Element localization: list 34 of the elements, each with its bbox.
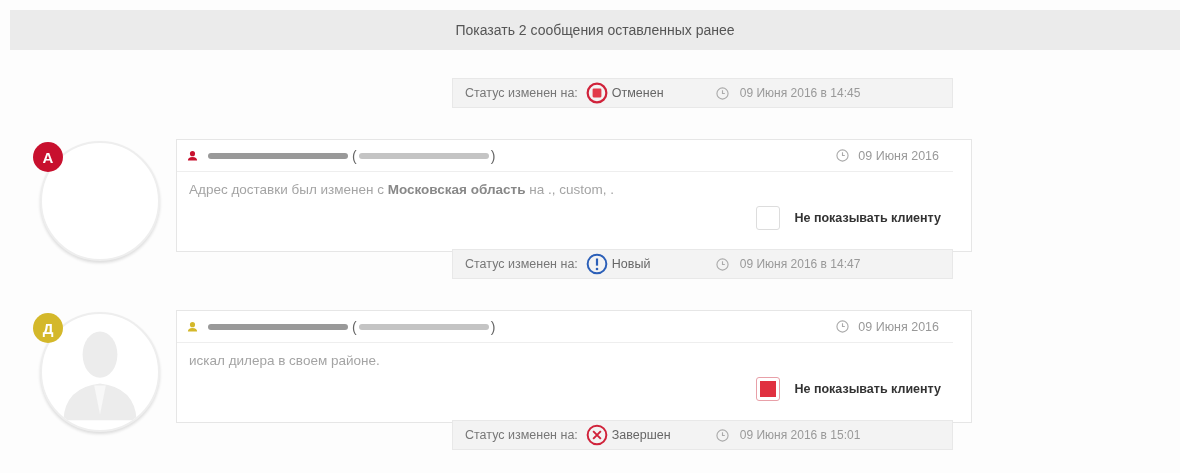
status-label: Статус изменен на: bbox=[465, 86, 578, 100]
checkbox-label[interactable]: Не показывать клиенту bbox=[794, 382, 941, 396]
clock-icon bbox=[836, 149, 850, 162]
timestamp: 09 Июня 2016 в 14:45 bbox=[739, 86, 861, 100]
checkbox-label[interactable]: Не показывать клиенту bbox=[794, 211, 941, 225]
parenthesis: ( bbox=[352, 318, 357, 335]
user-icon bbox=[187, 150, 198, 161]
status-name: Завершен bbox=[611, 428, 672, 442]
comment-date: 09 Июня 2016 bbox=[858, 319, 939, 334]
parenthesis: ) bbox=[490, 318, 496, 335]
status-label: Статус изменен на: bbox=[465, 257, 578, 271]
timestamp: 09 Июня 2016 в 15:01 bbox=[739, 428, 861, 442]
clock-icon bbox=[715, 428, 729, 442]
status-name: Отменен bbox=[611, 86, 665, 100]
checkbox[interactable] bbox=[756, 206, 781, 230]
exclamation-icon bbox=[585, 253, 608, 275]
comment-text: Адрес доставки был изменен с Московская область на ., custom, . bbox=[189, 182, 615, 199]
clock-icon bbox=[715, 257, 729, 271]
clock-icon bbox=[715, 86, 729, 100]
stop-icon bbox=[585, 82, 608, 104]
user-icon bbox=[187, 321, 198, 332]
comment-text: искал дилера в своем районе. bbox=[189, 353, 381, 370]
show-earlier-button[interactable]: Показать 2 сообщения оставленных ранее bbox=[10, 10, 1180, 50]
comment-date: 09 Июня 2016 bbox=[858, 148, 939, 163]
parenthesis: ( bbox=[352, 147, 357, 164]
status-name: Новый bbox=[611, 257, 652, 271]
status-label: Статус изменен на: bbox=[465, 428, 578, 442]
clock-icon bbox=[836, 320, 850, 333]
user-initial-badge: Д bbox=[33, 313, 63, 343]
parenthesis: ) bbox=[490, 147, 496, 164]
user-initial-badge: А bbox=[33, 142, 63, 172]
timestamp: 09 Июня 2016 в 14:47 bbox=[739, 257, 861, 271]
cross-icon bbox=[585, 424, 608, 446]
checkbox[interactable] bbox=[756, 377, 781, 401]
